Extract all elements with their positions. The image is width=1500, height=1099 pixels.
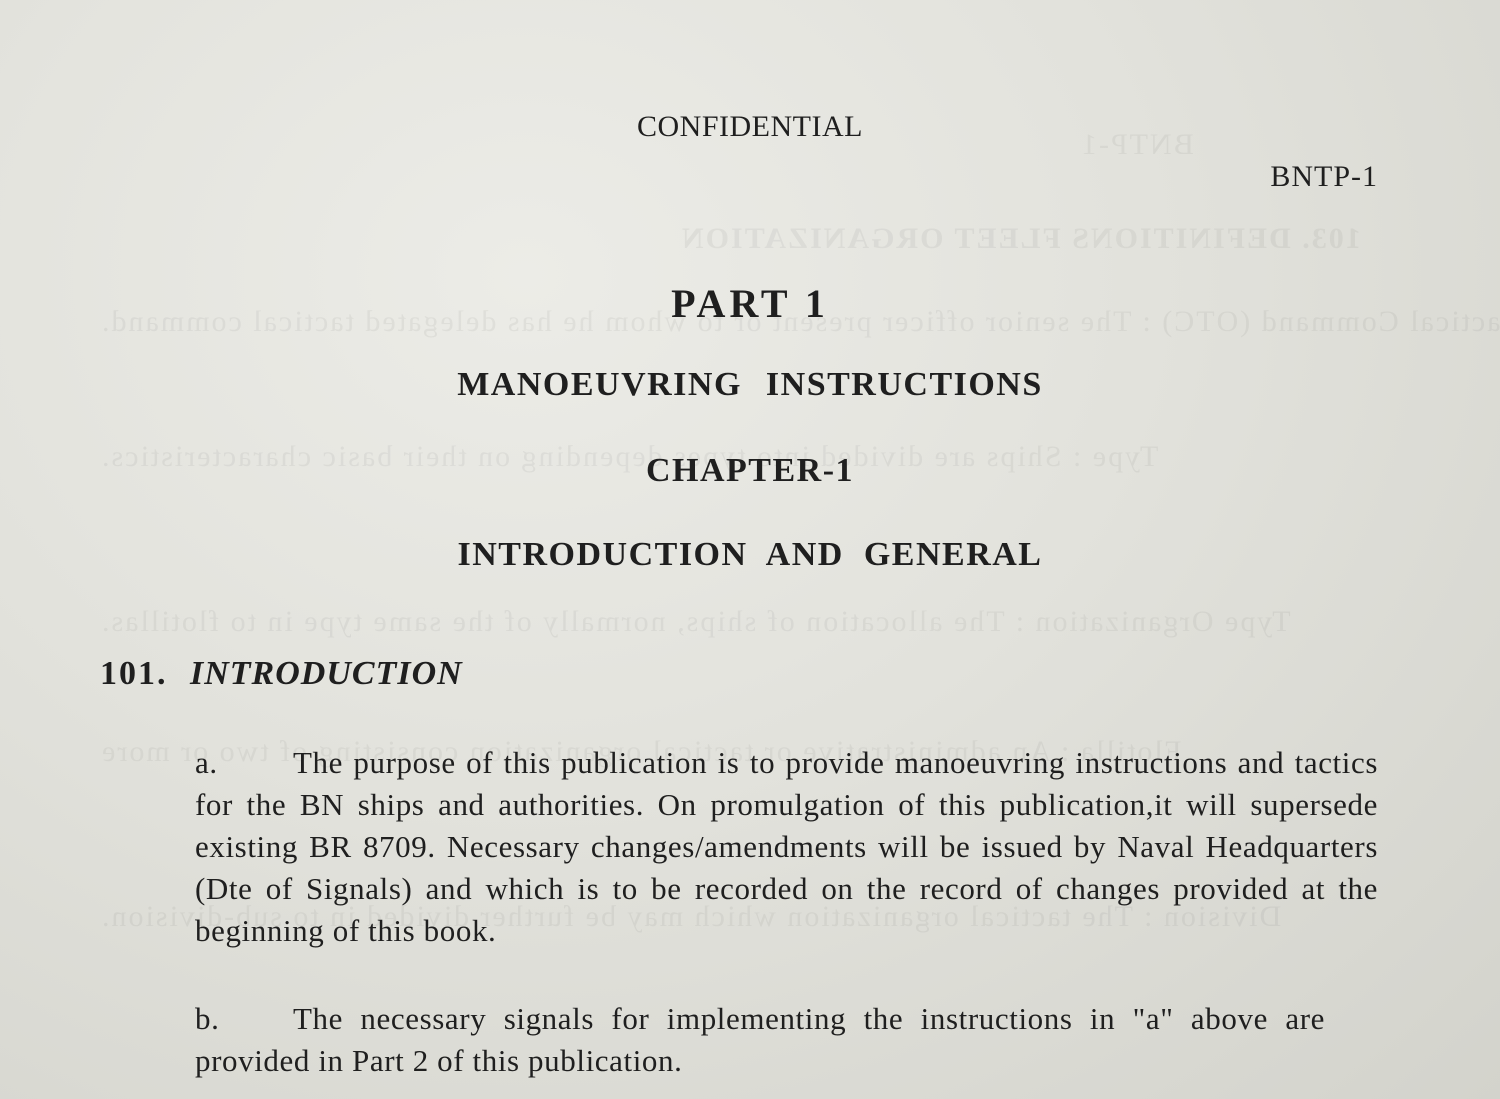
part-title: PART 1: [671, 281, 829, 326]
paragraph-text: The purpose of this publication is to pr…: [195, 745, 1378, 948]
section-101-heading: 101. INTRODUCTION: [100, 655, 463, 693]
section-title: MANOEUVRING INSTRUCTIONS: [457, 366, 1043, 403]
paragraph-text: The necessary signals for implementing t…: [195, 1001, 1325, 1078]
chapter-subtitle: INTRODUCTION AND GENERAL: [457, 536, 1043, 573]
classification-marking: CONFIDENTIAL: [637, 110, 863, 143]
paragraph-label: a.: [195, 745, 218, 780]
document-page: BNTP-1 103. DEFINITIONS FLEET ORGANIZATI…: [0, 0, 1500, 1099]
paragraph-label: b.: [195, 1001, 220, 1036]
show-through-text: 103. DEFINITIONS FLEET ORGANIZATION: [680, 222, 1361, 255]
section-title-text: INTRODUCTION: [190, 655, 463, 692]
section-number: 101.: [100, 655, 168, 692]
paragraph-b: b. The necessary signals for implementing…: [195, 998, 1325, 1082]
show-through-text: Type Organization : The allocation of sh…: [100, 605, 1291, 638]
chapter-title: CHAPTER-1: [645, 452, 855, 489]
document-code: BNTP-1: [1270, 160, 1378, 193]
paragraph-a: a. The purpose of this publication is to …: [195, 742, 1378, 952]
